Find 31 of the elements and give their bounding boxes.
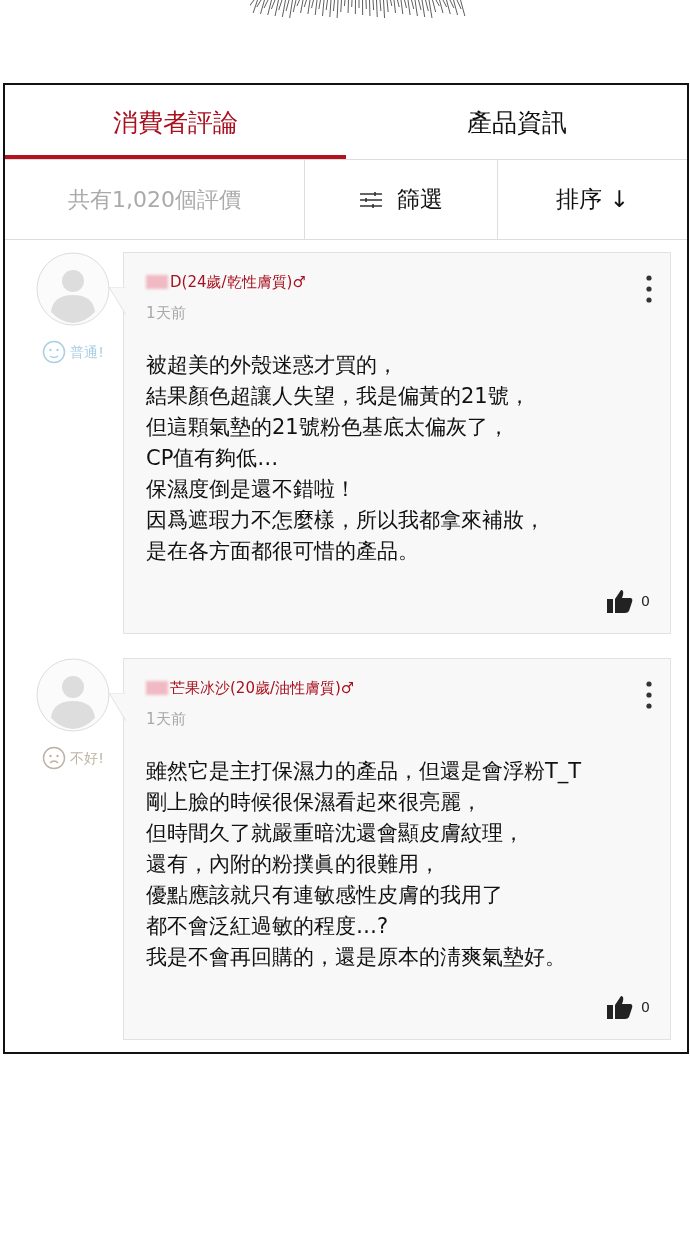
review-line: CP值有夠低… (146, 445, 279, 472)
review-line: 剛上臉的時候很保濕看起來很亮麗， (146, 789, 482, 816)
thumbs-up-icon[interactable] (607, 995, 634, 1019)
review-line: 是在各方面都很可惜的產品。 (146, 538, 419, 565)
avatar-icon (36, 252, 110, 326)
username: D(24歲/乾性膚質)♂ (170, 272, 306, 293)
redaction-mark (146, 681, 168, 696)
more-options-icon[interactable] (646, 275, 652, 303)
review-line: 但時間久了就嚴重暗沈還會顯皮膚紋理， (146, 820, 524, 847)
review-line: 因爲遮瑕力不怎麼樣，所以我都拿來補妝， (146, 507, 545, 534)
review-line: 都不會泛紅過敏的程度…? (146, 913, 389, 940)
username: 芒果冰沙(20歲/油性膚質)♂ (170, 678, 355, 699)
filter-icon (359, 190, 383, 209)
review-line: 結果顏色超讓人失望，我是偏黃的21號， (146, 383, 530, 410)
rating-label: 普通! (70, 342, 104, 362)
more-options-icon[interactable] (646, 681, 652, 709)
redaction-mark (146, 275, 168, 290)
review-line: 被超美的外殼迷惑才買的， (146, 352, 398, 379)
thumbs-up-icon[interactable] (607, 589, 634, 613)
like-count: 0 (641, 591, 650, 611)
review-line: 保濕度倒是還不錯啦！ (146, 476, 356, 503)
review-line: 但這顆氣墊的21號粉色基底太偏灰了， (146, 414, 509, 441)
avatar-icon (36, 658, 110, 732)
rating-label: 不好! (70, 748, 104, 768)
review-line: 雖然它是主打保濕力的產品，但還是會浮粉T_T (146, 758, 582, 786)
like-count: 0 (641, 997, 650, 1017)
review-line: 我是不會再回購的，還是原本的淸爽氣墊好。 (146, 944, 566, 971)
review-time: 1天前 (146, 708, 187, 730)
review-line: 優點應該就只有連敏感性皮膚的我用了 (146, 882, 503, 909)
review-line: 還有，內附的粉撲眞的很難用， (146, 851, 440, 878)
review-time: 1天前 (146, 302, 187, 324)
